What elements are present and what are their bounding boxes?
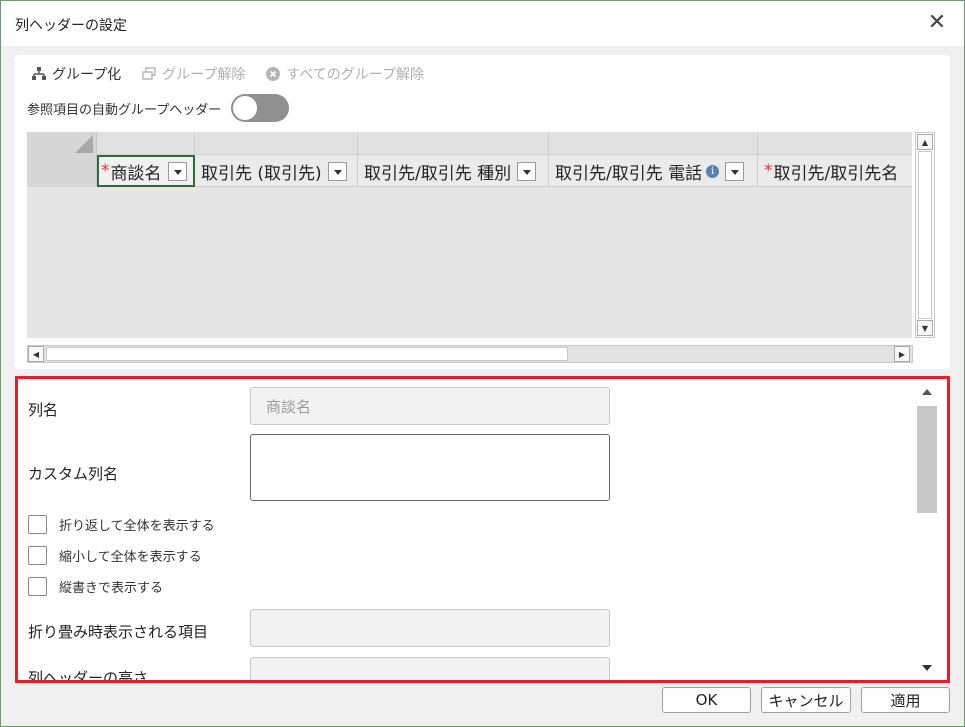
grid-horizontal-scrollbar[interactable]: ◀ ▶ <box>27 345 913 363</box>
scroll-up-icon[interactable] <box>922 389 932 395</box>
group-header-row <box>27 132 912 155</box>
properties-scrollbar[interactable] <box>916 385 938 675</box>
column-label: 取引先/取引先 電話 <box>555 163 703 184</box>
auto-group-toggle[interactable] <box>231 94 290 122</box>
cancel-button[interactable]: キャンセル <box>761 687 851 713</box>
wrap-text-option[interactable]: 折り返して全体を表示する <box>28 515 215 534</box>
custom-column-name-label: カスタム列名 <box>28 465 119 483</box>
column-label: 取引先/取引先 種別 <box>364 163 512 184</box>
scroll-down-icon[interactable]: ▼ <box>917 320 933 336</box>
corner-triangle-icon <box>75 135 93 153</box>
column-header-0[interactable]: * 商談名 <box>97 155 195 187</box>
column-label: 取引先/取引先名 <box>773 163 899 184</box>
close-icon[interactable]: ✕ <box>924 10 950 36</box>
column-label: 商談名 <box>110 163 162 184</box>
ungroup-button[interactable]: グループ解除 <box>141 64 245 84</box>
column-header-settings-dialog: 列ヘッダーの設定 ✕ グループ化 グループ解除 すべてのグループ解除 参照項目の… <box>0 0 965 727</box>
shrink-to-fit-label: 縮小して全体を表示する <box>59 550 202 565</box>
scroll-up-icon[interactable]: ▲ <box>917 134 933 150</box>
custom-column-name-input[interactable] <box>250 434 610 501</box>
apply-button[interactable]: 適用 <box>861 687 950 713</box>
scroll-thumb[interactable] <box>917 406 937 513</box>
column-header-2[interactable]: 取引先/取引先 種別 <box>360 155 548 187</box>
column-header-grid: * 商談名 取引先 (取引先) 取引先/取引先 種別 取引先/取引先 電話 i … <box>27 132 912 338</box>
vertical-text-label: 縦書きで表示する <box>59 581 164 596</box>
column-label: 取引先 (取引先) <box>201 163 322 184</box>
column-header-4[interactable]: * 取引先/取引先名 <box>760 155 912 187</box>
vertical-text-checkbox[interactable] <box>28 577 47 596</box>
column-name-field: 商談名 <box>250 387 610 425</box>
ungroup-all-button-label: すべてのグループ解除 <box>286 67 424 83</box>
header-height-field[interactable] <box>250 657 610 680</box>
column-name-label: 列名 <box>28 401 59 419</box>
scroll-down-icon[interactable] <box>922 665 932 671</box>
info-icon[interactable]: i <box>706 164 720 178</box>
group-button-label: グループ化 <box>52 67 122 83</box>
dropdown-arrow-icon[interactable] <box>517 161 537 181</box>
required-mark: * <box>101 161 110 181</box>
clear-circle-icon <box>265 66 281 82</box>
wrap-text-checkbox[interactable] <box>28 515 47 534</box>
ok-button[interactable]: OK <box>662 687 751 713</box>
column-header-3[interactable]: 取引先/取引先 電話 i <box>551 155 757 187</box>
ungroup-button-label: グループ解除 <box>162 67 246 83</box>
shrink-to-fit-option[interactable]: 縮小して全体を表示する <box>28 546 202 565</box>
toggle-knob <box>233 96 258 120</box>
title-bar: 列ヘッダーの設定 ✕ <box>1 1 964 46</box>
wrap-text-label: 折り返して全体を表示する <box>59 519 215 534</box>
grouping-toolbar: グループ化 グループ解除 すべてのグループ解除 <box>31 63 444 85</box>
dropdown-arrow-icon[interactable] <box>167 161 187 181</box>
collapsed-items-label: 折り畳み時表示される項目 <box>28 623 209 641</box>
scroll-right-icon[interactable]: ▶ <box>894 346 910 362</box>
shrink-to-fit-checkbox[interactable] <box>28 546 47 565</box>
scroll-thumb[interactable] <box>46 347 568 361</box>
column-properties-panel: 列名 商談名 カスタム列名 折り返して全体を表示する 縮小して全体を表示する 縦… <box>15 376 950 683</box>
grid-corner <box>27 132 97 187</box>
grid-vertical-scrollbar[interactable]: ▲ ▼ <box>915 132 935 338</box>
auto-group-toggle-label: 参照項目の自動グループヘッダー <box>27 102 222 118</box>
dropdown-arrow-icon[interactable] <box>725 161 745 181</box>
header-height-label: 列ヘッダーの高さ <box>28 669 149 683</box>
column-name-value: 商談名 <box>266 397 312 416</box>
column-header-1[interactable]: 取引先 (取引先) <box>197 155 357 187</box>
dialog-title: 列ヘッダーの設定 <box>15 18 127 34</box>
ungroup-all-button[interactable]: すべてのグループ解除 <box>265 64 424 84</box>
hierarchy-icon <box>31 66 47 82</box>
vertical-text-option[interactable]: 縦書きで表示する <box>28 577 163 596</box>
scroll-left-icon[interactable]: ◀ <box>28 346 44 362</box>
required-mark: * <box>764 161 773 181</box>
grouping-panel: グループ化 グループ解除 すべてのグループ解除 参照項目の自動グループヘッダー <box>15 55 950 369</box>
scroll-thumb[interactable] <box>918 151 932 319</box>
auto-group-toggle-row: 参照項目の自動グループヘッダー <box>27 94 290 122</box>
ungroup-icon <box>141 66 157 82</box>
dropdown-arrow-icon[interactable] <box>327 161 347 181</box>
group-button[interactable]: グループ化 <box>31 64 121 84</box>
collapsed-items-field[interactable] <box>250 609 610 647</box>
